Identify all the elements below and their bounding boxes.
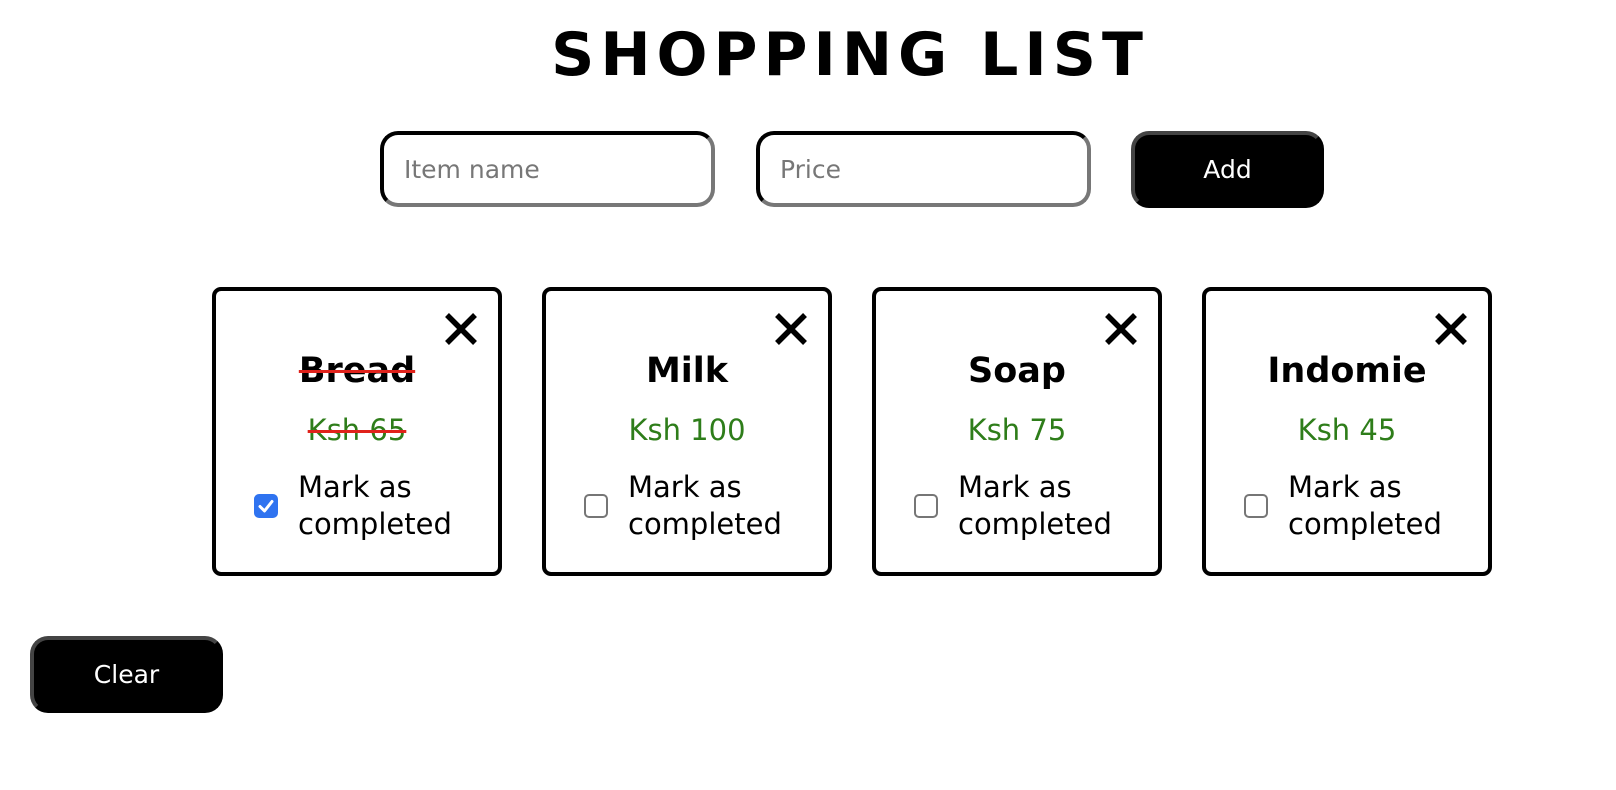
item-card: Indomie Ksh 45 Mark as completed	[1202, 287, 1492, 576]
close-icon[interactable]	[773, 311, 809, 347]
mark-completed-checkbox[interactable]	[254, 494, 278, 518]
add-button[interactable]: Add	[1131, 131, 1324, 208]
price-input[interactable]	[756, 131, 1091, 207]
mark-completed-checkbox[interactable]	[1244, 494, 1268, 518]
item-name: Milk	[645, 351, 729, 391]
item-name: Soap	[968, 351, 1066, 391]
mark-completed-checkbox[interactable]	[584, 494, 608, 518]
mark-completed-label: Mark as completed	[628, 470, 782, 541]
item-name: Indomie	[1267, 351, 1427, 391]
item-name-input[interactable]	[380, 131, 715, 207]
mark-completed-label: Mark as completed	[1288, 470, 1442, 541]
close-icon[interactable]	[1433, 311, 1469, 347]
item-name: Bread	[298, 351, 416, 391]
item-card: Bread Ksh 65 Mark as completed	[212, 287, 502, 576]
page-title: SHOPPING LIST	[551, 20, 1149, 90]
item-price: Ksh 100	[628, 413, 746, 447]
mark-completed-label: Mark as completed	[958, 470, 1112, 541]
mark-completed-control: Mark as completed	[1244, 469, 1453, 543]
item-price: Ksh 45	[1297, 413, 1397, 447]
mark-completed-control: Mark as completed	[254, 469, 463, 543]
clear-button[interactable]: Clear	[30, 636, 223, 713]
close-icon[interactable]	[1103, 311, 1139, 347]
close-icon[interactable]	[443, 311, 479, 347]
item-card: Milk Ksh 100 Mark as completed	[542, 287, 832, 576]
item-price: Ksh 65	[307, 413, 407, 447]
item-card: Soap Ksh 75 Mark as completed	[872, 287, 1162, 576]
mark-completed-label: Mark as completed	[298, 470, 452, 541]
checkmark-icon	[258, 500, 274, 513]
mark-completed-checkbox[interactable]	[914, 494, 938, 518]
mark-completed-control: Mark as completed	[584, 469, 793, 543]
item-price: Ksh 75	[967, 413, 1067, 447]
mark-completed-control: Mark as completed	[914, 469, 1123, 543]
